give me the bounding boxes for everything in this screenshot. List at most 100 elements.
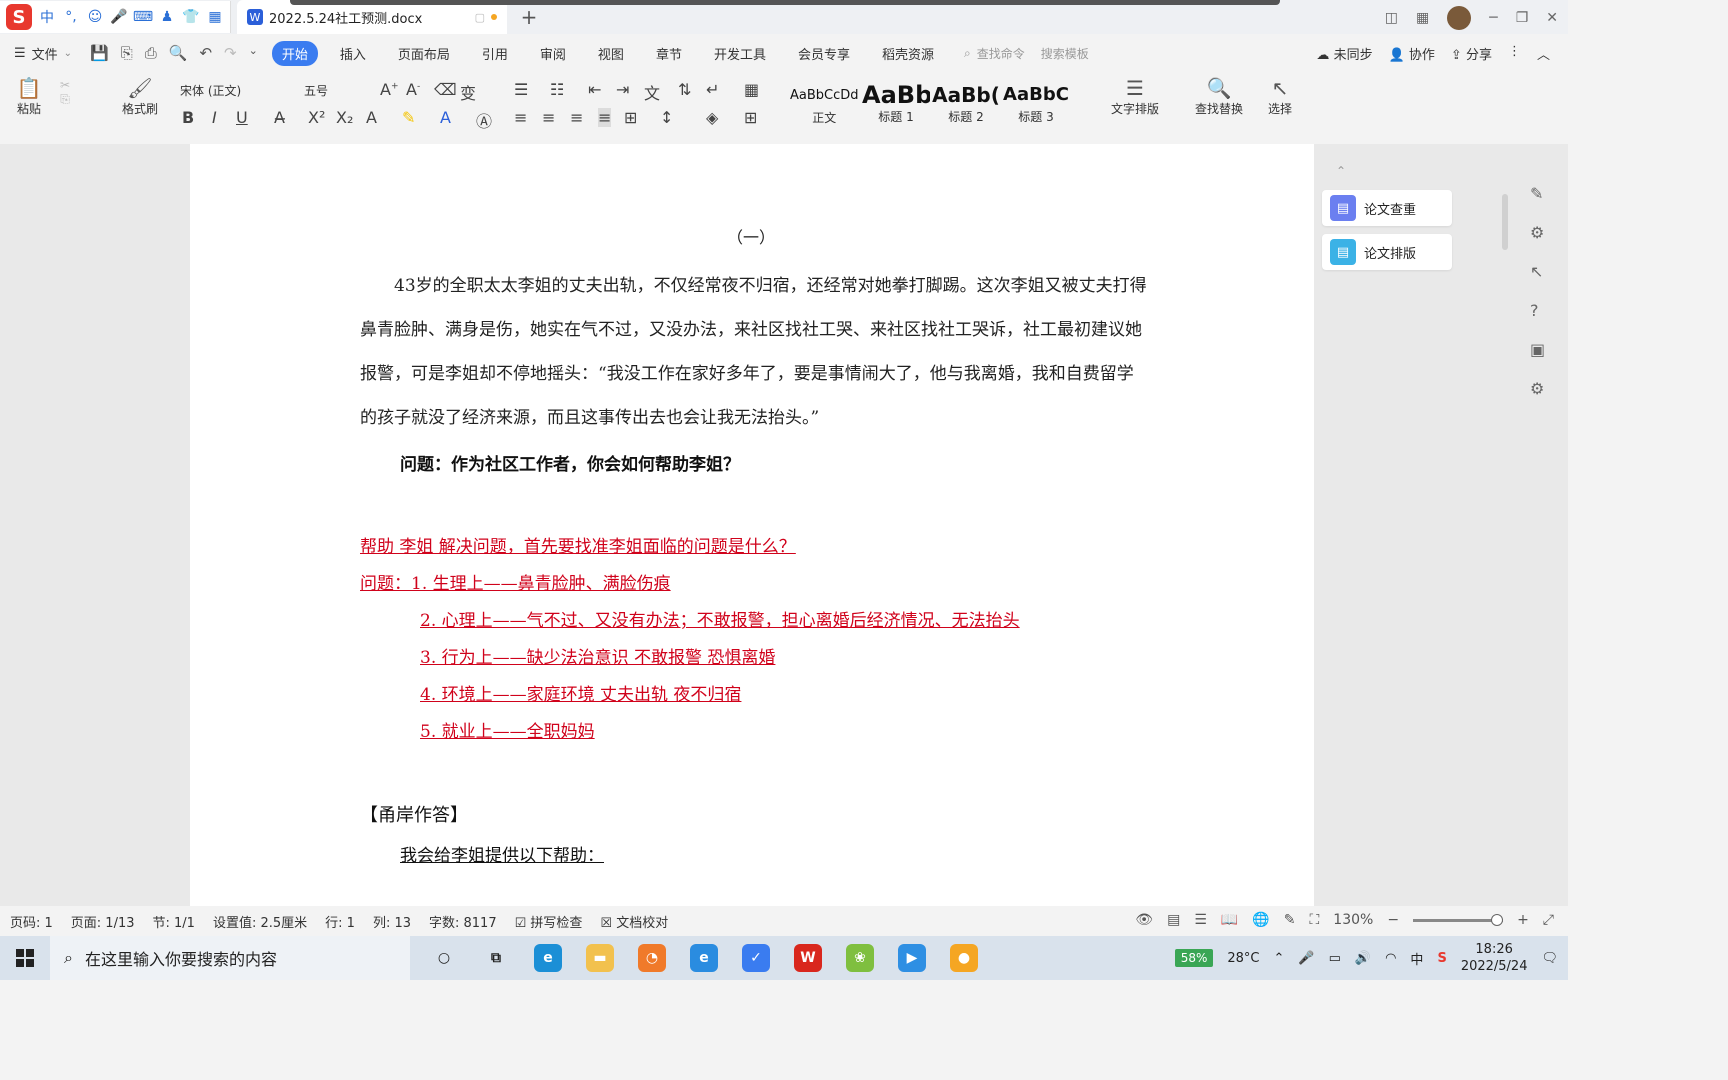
fit-icon[interactable]: ⛶ [1309, 912, 1319, 928]
align-left-icon[interactable]: ≡ [514, 108, 527, 127]
punctuation-icon[interactable]: °, [62, 8, 80, 26]
ime-tray-icon[interactable]: 中 [1410, 949, 1423, 968]
print-icon[interactable]: ⎙ [145, 44, 157, 62]
toolbox-icon[interactable]: ▦ [206, 8, 224, 26]
image-icon[interactable]: ▣ [1530, 340, 1545, 359]
battery-indicator[interactable]: 58% [1174, 949, 1214, 967]
feishu-icon[interactable]: ✓ [742, 944, 770, 972]
read-view-icon[interactable]: 📖 [1221, 912, 1238, 928]
video-app-icon[interactable]: ▶ [898, 944, 926, 972]
zoom-in-icon[interactable]: + [1517, 912, 1529, 928]
bold-button[interactable]: B [182, 108, 194, 127]
bullet-list-icon[interactable]: ☰ [514, 80, 528, 99]
save-icon[interactable]: 💾 [90, 44, 109, 62]
status-wordcount[interactable]: 字数: 8117 [429, 912, 497, 931]
highlight-icon[interactable]: ✎ [402, 108, 415, 127]
style-heading3[interactable]: AaBbC 标题 3 [1002, 82, 1070, 125]
tab-review[interactable]: 审阅 [530, 41, 576, 66]
increase-indent-icon[interactable]: ⇥ [616, 80, 629, 99]
page-view-icon[interactable]: ▤ [1167, 912, 1180, 928]
clear-format-icon[interactable]: ⌫ [434, 80, 457, 99]
align-right-icon[interactable]: ≡ [570, 108, 583, 127]
italic-button[interactable]: I [212, 108, 217, 127]
pointer-icon[interactable]: ↖ [1530, 262, 1545, 281]
style-heading1[interactable]: AaBb 标题 1 [862, 82, 930, 125]
style-heading2[interactable]: AaBb( 标题 2 [932, 82, 1000, 125]
layout-icon[interactable]: ◫ [1385, 10, 1398, 26]
text-layout-button[interactable]: ☰ 文字排版 [1104, 76, 1166, 117]
eye-icon[interactable]: 👁 [1135, 912, 1153, 928]
vertical-scrollbar[interactable] [1500, 164, 1510, 884]
wps-icon[interactable]: W [794, 944, 822, 972]
task-view-icon[interactable]: ⧉ [482, 944, 510, 972]
adjust-icon[interactable]: ⚙ [1530, 223, 1545, 242]
zoom-slider[interactable] [1413, 913, 1504, 926]
tab-docer[interactable]: 稻壳资源 [872, 41, 944, 66]
web-view-icon[interactable]: 🌐 [1252, 912, 1269, 928]
notification-icon[interactable]: 🗨 [1541, 951, 1558, 966]
weather-temp[interactable]: 28°C [1227, 951, 1259, 966]
superscript-icon[interactable]: X² [308, 108, 325, 127]
justify-icon[interactable]: ≡ [598, 108, 612, 127]
page-content[interactable]: （一） 43岁的全职太太李姐的丈夫出轨，不仅经常夜不归宿，还经常对她拳打脚踢。这… [360, 224, 1150, 866]
minimize-icon[interactable]: ─ [1489, 10, 1497, 26]
print-preview-icon[interactable]: 🔍 [169, 44, 188, 62]
emoji-icon[interactable]: ☺ [86, 8, 104, 26]
tab-page-layout[interactable]: 页面布局 [388, 41, 460, 66]
edge-icon[interactable]: e [534, 944, 562, 972]
undo-icon[interactable]: ↶ [199, 44, 212, 62]
browser-icon[interactable]: ◔ [638, 944, 666, 972]
find-replace-button[interactable]: 🔍 查找替换 [1188, 76, 1250, 117]
zoom-level[interactable]: 130% [1333, 912, 1373, 928]
font-color-icon[interactable]: A [440, 108, 451, 127]
keyboard-icon[interactable]: ⌨ [133, 8, 153, 26]
fullscreen-icon[interactable]: ⤢ [1543, 912, 1554, 928]
chinese-layout-icon[interactable]: 文 [644, 80, 660, 104]
strikethrough-icon[interactable]: A̶ [274, 108, 285, 127]
tab-references[interactable]: 引用 [472, 41, 518, 66]
redo-icon[interactable]: ↷ [224, 44, 237, 62]
status-page[interactable]: 页面: 1/13 [71, 912, 135, 931]
volume-icon[interactable]: 🔊 [1355, 951, 1371, 966]
show-marks-icon[interactable]: ↵ [706, 80, 719, 99]
zoom-out-icon[interactable]: − [1387, 912, 1399, 928]
tab-developer[interactable]: 开发工具 [704, 41, 776, 66]
document-page[interactable]: （一） 43岁的全职太太李姐的丈夫出轨，不仅经常夜不归宿，还经常对她拳打脚踢。这… [190, 144, 1314, 906]
zoom-slider-knob[interactable] [1491, 913, 1504, 926]
cortana-icon[interactable]: ○ [430, 944, 458, 972]
edit-pen-icon[interactable]: ✎ [1530, 184, 1545, 203]
format-painter-button[interactable]: 🖌 格式刷 [118, 76, 162, 117]
borders-icon[interactable]: ⊞ [744, 108, 757, 127]
taskbar-search[interactable]: ⌕ 在这里输入你要搜索的内容 [50, 936, 410, 980]
paste-button[interactable]: 📋 粘贴 [12, 76, 46, 117]
shrink-font-icon[interactable]: A- [406, 80, 420, 99]
char-border-icon[interactable]: Ⓐ [476, 108, 492, 132]
file-menu[interactable]: ☰ 文件 ⌄ [14, 44, 72, 63]
new-tab-button[interactable]: + [515, 3, 543, 31]
ime-language-toggle[interactable]: 中 [38, 8, 56, 26]
outline-view-icon[interactable]: ☰ [1194, 912, 1207, 928]
tab-view[interactable]: 视图 [588, 41, 634, 66]
ie-icon[interactable]: e [690, 944, 718, 972]
close-icon[interactable]: ✕ [1546, 10, 1558, 26]
microphone-icon[interactable]: 🎤 [110, 8, 128, 26]
grow-font-icon[interactable]: A+ [380, 80, 399, 99]
align-center-icon[interactable]: ≡ [542, 108, 555, 127]
restore-icon[interactable]: ❐ [1516, 10, 1529, 26]
avatar[interactable] [1447, 6, 1472, 30]
command-search[interactable]: ⌕ 查找命令 搜索模板 [964, 45, 1089, 62]
thesis-check-button[interactable]: ▤ 论文查重 [1322, 190, 1452, 226]
help-icon[interactable]: ? [1530, 301, 1545, 320]
edit-view-icon[interactable]: ✎ [1284, 912, 1296, 928]
select-button[interactable]: ↖ 选择 [1264, 76, 1296, 117]
pinyin-icon[interactable]: 变 [460, 80, 476, 104]
cut-copy-group[interactable]: ✂ ⎘ [60, 78, 70, 107]
file-explorer-icon[interactable]: ▬ [586, 944, 614, 972]
shading-icon[interactable]: ◈ [706, 108, 718, 127]
table-icon[interactable]: ▦ [744, 80, 759, 99]
tab-chapter[interactable]: 章节 [646, 41, 692, 66]
scrollbar-thumb[interactable] [1502, 194, 1508, 250]
wifi-icon[interactable]: ◠ [1385, 951, 1396, 966]
photos-icon[interactable]: ❀ [846, 944, 874, 972]
export-icon[interactable]: ⎘ [121, 44, 133, 62]
